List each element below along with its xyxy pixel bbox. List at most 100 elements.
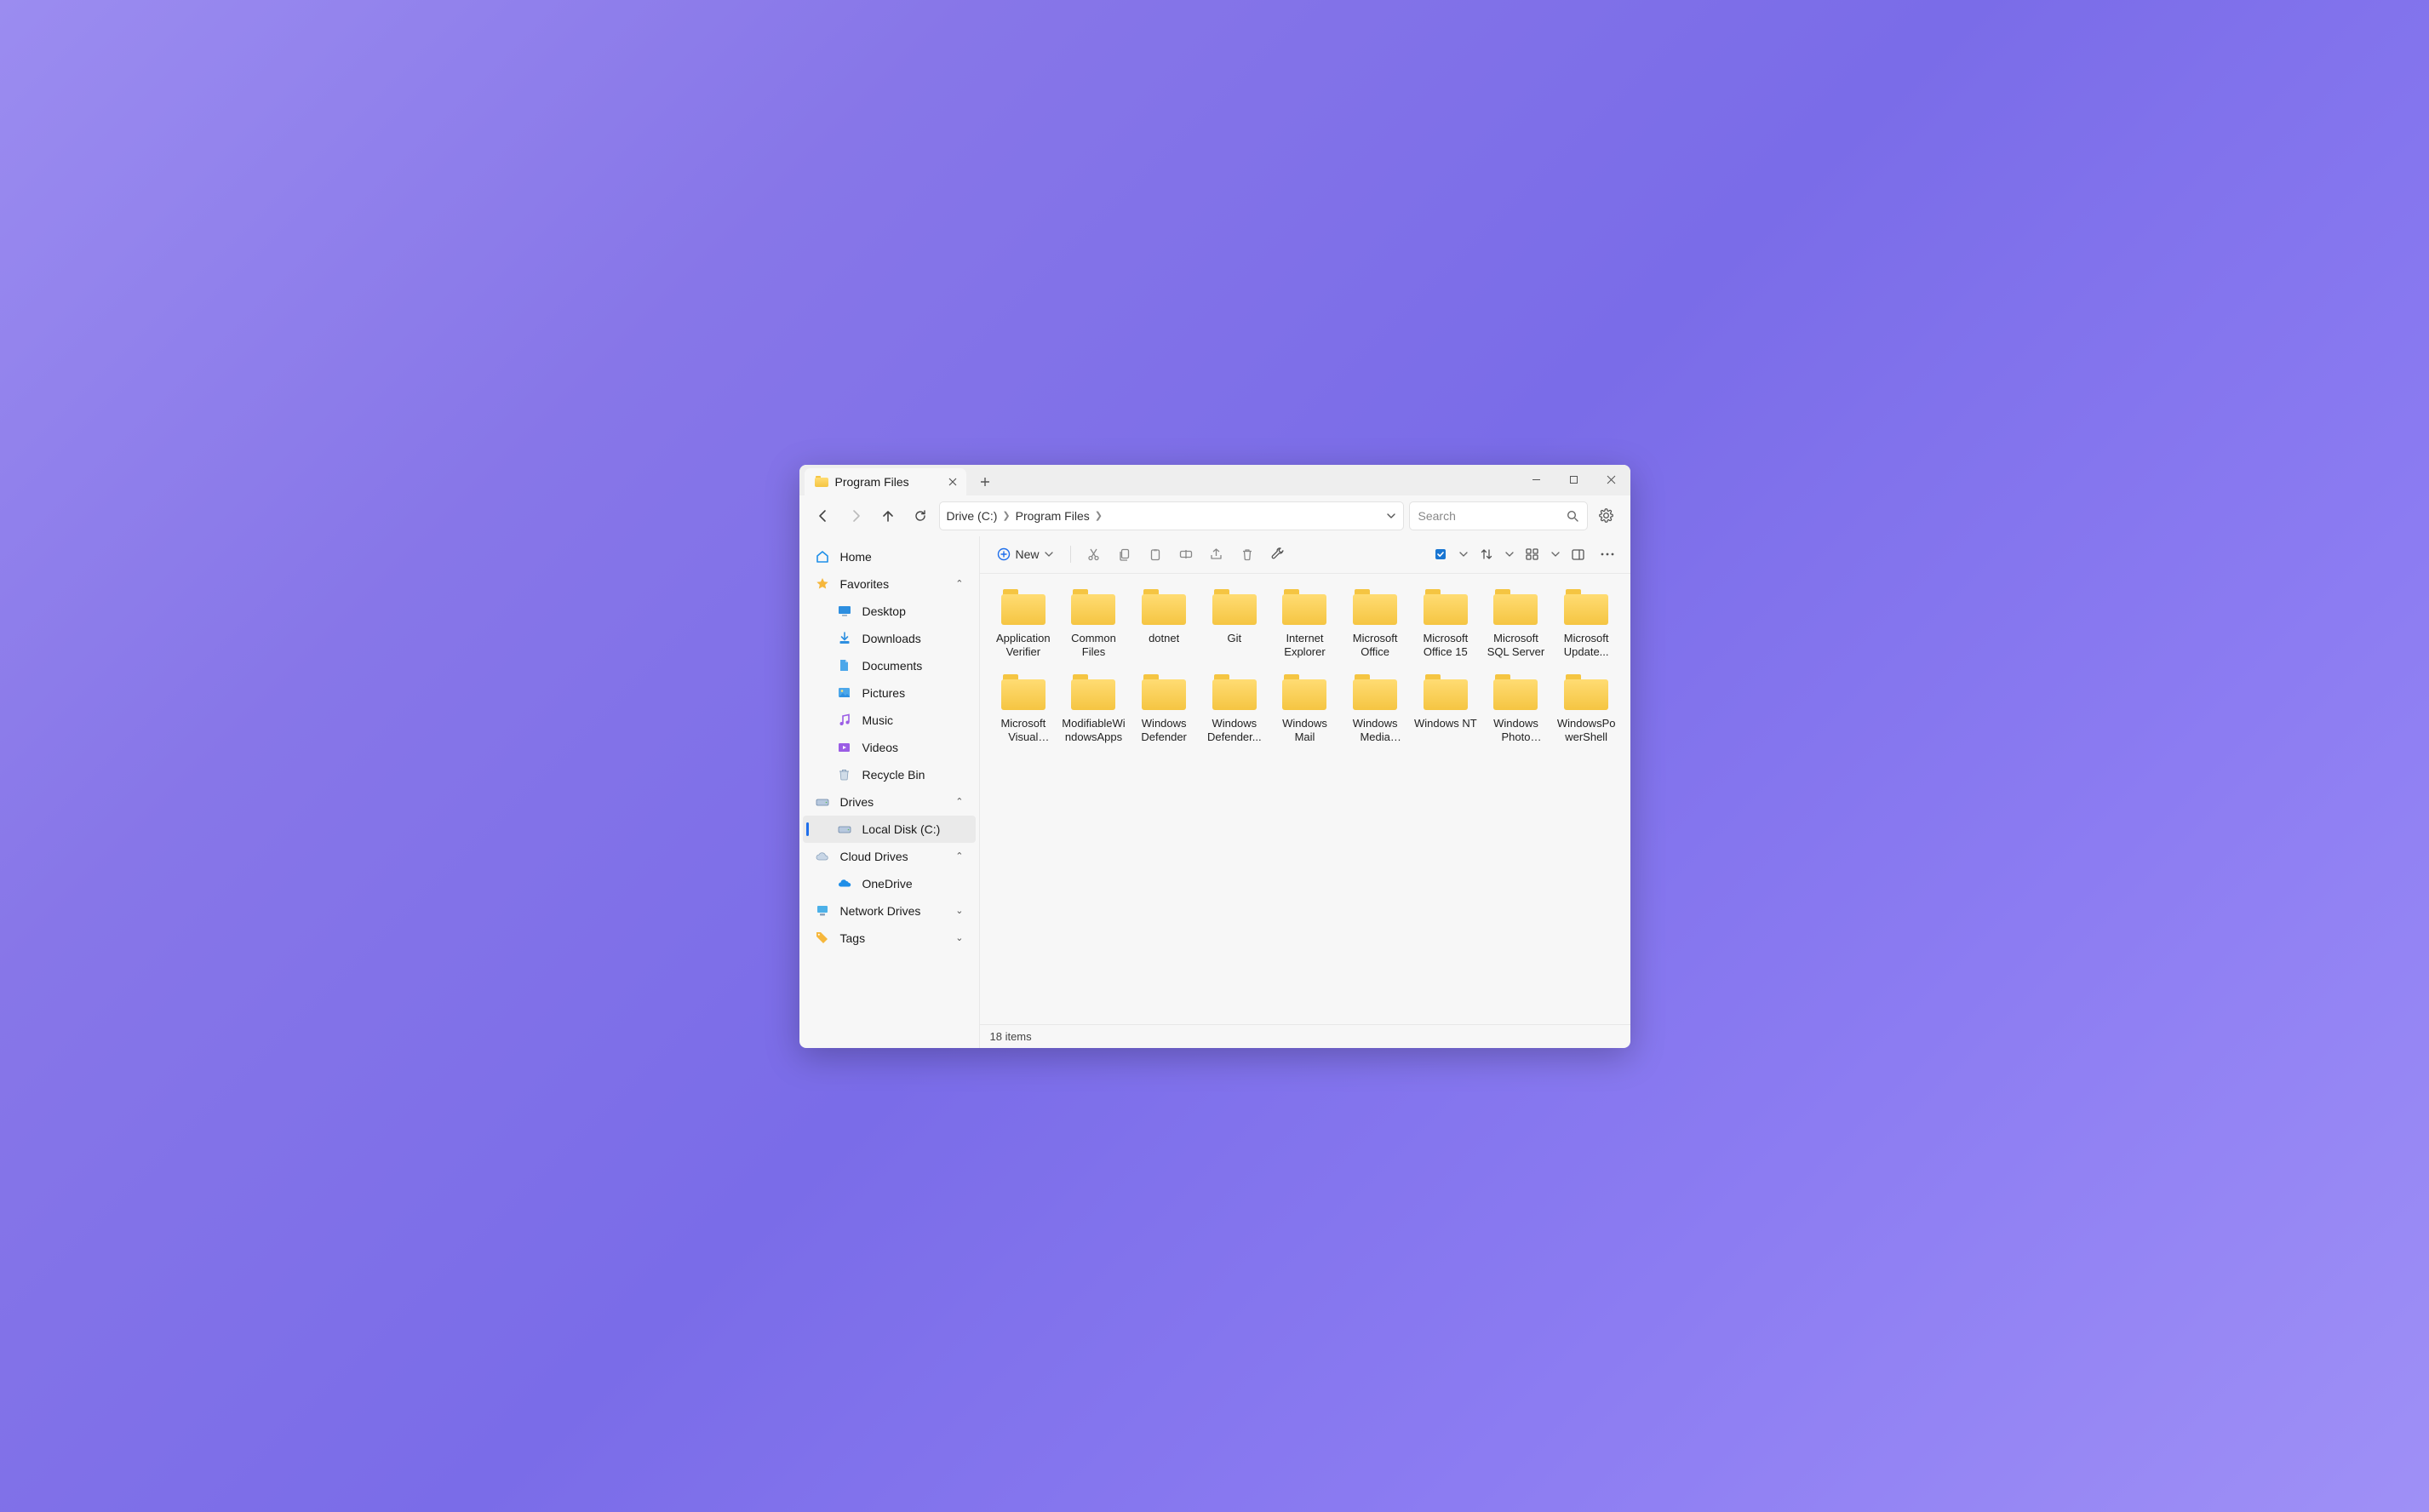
sidebar-item-videos[interactable]: Videos <box>803 734 976 761</box>
breadcrumb-current[interactable]: Program Files <box>1016 509 1090 523</box>
sidebar-item-local-disk[interactable]: Local Disk (C:) <box>803 816 976 843</box>
folder-item[interactable]: Windows Photo Viewer <box>1484 674 1548 745</box>
folder-item[interactable]: Windows Media Player <box>1343 674 1407 745</box>
sidebar-item-pictures[interactable]: Pictures <box>803 679 976 707</box>
more-button[interactable] <box>1595 541 1620 567</box>
folder-label: Application Verifier <box>992 632 1056 660</box>
close-window-button[interactable] <box>1593 465 1630 495</box>
preview-pane-button[interactable] <box>1566 541 1591 567</box>
folder-icon <box>1001 589 1046 625</box>
chevron-up-icon[interactable]: ⌃ <box>955 578 963 589</box>
chevron-down-icon[interactable]: ⌄ <box>955 932 963 943</box>
new-button[interactable]: New <box>990 541 1060 567</box>
folder-item[interactable]: Microsoft Office 15 <box>1413 589 1477 660</box>
sidebar-item-recycle-bin[interactable]: Recycle Bin <box>803 761 976 788</box>
cloud-icon <box>815 851 830 862</box>
sidebar-section-cloud[interactable]: Cloud Drives ⌃ <box>803 843 976 870</box>
sidebar-section-label: Tags <box>840 931 866 945</box>
folder-label: Microsoft Visual Studio <box>992 717 1056 745</box>
share-button[interactable] <box>1204 541 1229 567</box>
rename-button[interactable] <box>1173 541 1199 567</box>
folder-item[interactable]: Windows NT <box>1413 674 1477 745</box>
folder-item[interactable]: Windows Defender <box>1132 674 1196 745</box>
select-button[interactable] <box>1428 541 1453 567</box>
folder-item[interactable]: dotnet <box>1132 589 1196 660</box>
chevron-up-icon[interactable]: ⌃ <box>955 796 963 807</box>
music-icon <box>837 713 852 726</box>
folder-icon <box>1424 589 1468 625</box>
chevron-down-icon[interactable]: ⌄ <box>955 905 963 916</box>
search-input[interactable]: Search <box>1409 501 1588 530</box>
folder-item[interactable]: Git <box>1202 589 1266 660</box>
folder-item[interactable]: WindowsPowerShell <box>1555 674 1618 745</box>
sidebar-section-drives[interactable]: Drives ⌃ <box>803 788 976 816</box>
star-icon <box>815 577 830 591</box>
folder-label: Microsoft SQL Server <box>1484 632 1548 660</box>
breadcrumb-drive[interactable]: Drive (C:) <box>947 509 998 523</box>
folder-label: dotnet <box>1149 632 1179 645</box>
refresh-button[interactable] <box>907 502 934 530</box>
settings-button[interactable] <box>1593 502 1620 530</box>
folder-item[interactable]: Microsoft Office <box>1343 589 1407 660</box>
sidebar-item-music[interactable]: Music <box>803 707 976 734</box>
maximize-button[interactable] <box>1555 465 1593 495</box>
titlebar: Program Files <box>799 465 1630 495</box>
layout-dropdown[interactable] <box>1549 541 1562 567</box>
folder-icon <box>1282 674 1326 710</box>
chevron-right-icon: ❯ <box>1000 510 1011 521</box>
tab-program-files[interactable]: Program Files <box>805 468 966 495</box>
network-drive-icon <box>815 905 830 917</box>
folder-item[interactable]: Common Files <box>1062 589 1126 660</box>
address-dropdown-button[interactable] <box>1386 511 1396 521</box>
sidebar-item-label: Videos <box>862 741 899 754</box>
folder-icon <box>1071 589 1115 625</box>
sidebar-section-tags[interactable]: Tags ⌄ <box>803 925 976 952</box>
window-controls <box>1518 465 1630 495</box>
sidebar-item-onedrive[interactable]: OneDrive <box>803 870 976 897</box>
address-bar[interactable]: Drive (C:) ❯ Program Files ❯ <box>939 501 1404 530</box>
sidebar-item-documents[interactable]: Documents <box>803 652 976 679</box>
chevron-right-icon: ❯ <box>1093 510 1104 521</box>
chevron-up-icon[interactable]: ⌃ <box>955 850 963 862</box>
folder-icon <box>1142 589 1186 625</box>
back-button[interactable] <box>810 502 837 530</box>
item-count: 18 items <box>990 1030 1032 1043</box>
sort-dropdown[interactable] <box>1503 541 1516 567</box>
forward-button[interactable] <box>842 502 869 530</box>
tag-icon <box>815 931 830 944</box>
close-tab-button[interactable] <box>946 475 960 489</box>
folder-item[interactable]: ModifiableWindowsApps <box>1062 674 1126 745</box>
folder-label: Git <box>1228 632 1242 645</box>
folder-item[interactable]: Application Verifier <box>992 589 1056 660</box>
new-tab-button[interactable] <box>971 470 999 494</box>
folder-item[interactable]: Microsoft Update... <box>1555 589 1618 660</box>
sidebar-item-desktop[interactable]: Desktop <box>803 598 976 625</box>
up-button[interactable] <box>874 502 902 530</box>
folder-item[interactable]: Microsoft SQL Server <box>1484 589 1548 660</box>
navbar: Drive (C:) ❯ Program Files ❯ Search <box>799 495 1630 536</box>
folder-icon <box>1493 674 1538 710</box>
sidebar-section-favorites[interactable]: Favorites ⌃ <box>803 570 976 598</box>
content-grid[interactable]: Application Verifier Common Files dotnet… <box>980 574 1630 1024</box>
drive-icon <box>837 824 852 834</box>
sort-button[interactable] <box>1474 541 1499 567</box>
cut-button[interactable] <box>1081 541 1107 567</box>
folder-item[interactable]: Windows Mail <box>1273 674 1337 745</box>
delete-button[interactable] <box>1235 541 1260 567</box>
copy-button[interactable] <box>1112 541 1137 567</box>
folder-icon <box>1071 674 1115 710</box>
sidebar-item-label: Documents <box>862 659 923 673</box>
select-dropdown[interactable] <box>1457 541 1470 567</box>
folder-icon <box>1282 589 1326 625</box>
layout-button[interactable] <box>1520 541 1545 567</box>
folder-item[interactable]: Windows Defender... <box>1202 674 1266 745</box>
sidebar-item-home[interactable]: Home <box>803 543 976 570</box>
folder-item[interactable]: Internet Explorer <box>1273 589 1337 660</box>
properties-button[interactable] <box>1265 541 1291 567</box>
minimize-button[interactable] <box>1518 465 1555 495</box>
folder-icon <box>1353 589 1397 625</box>
paste-button[interactable] <box>1143 541 1168 567</box>
folder-item[interactable]: Microsoft Visual Studio <box>992 674 1056 745</box>
sidebar-item-downloads[interactable]: Downloads <box>803 625 976 652</box>
sidebar-section-network[interactable]: Network Drives ⌄ <box>803 897 976 925</box>
